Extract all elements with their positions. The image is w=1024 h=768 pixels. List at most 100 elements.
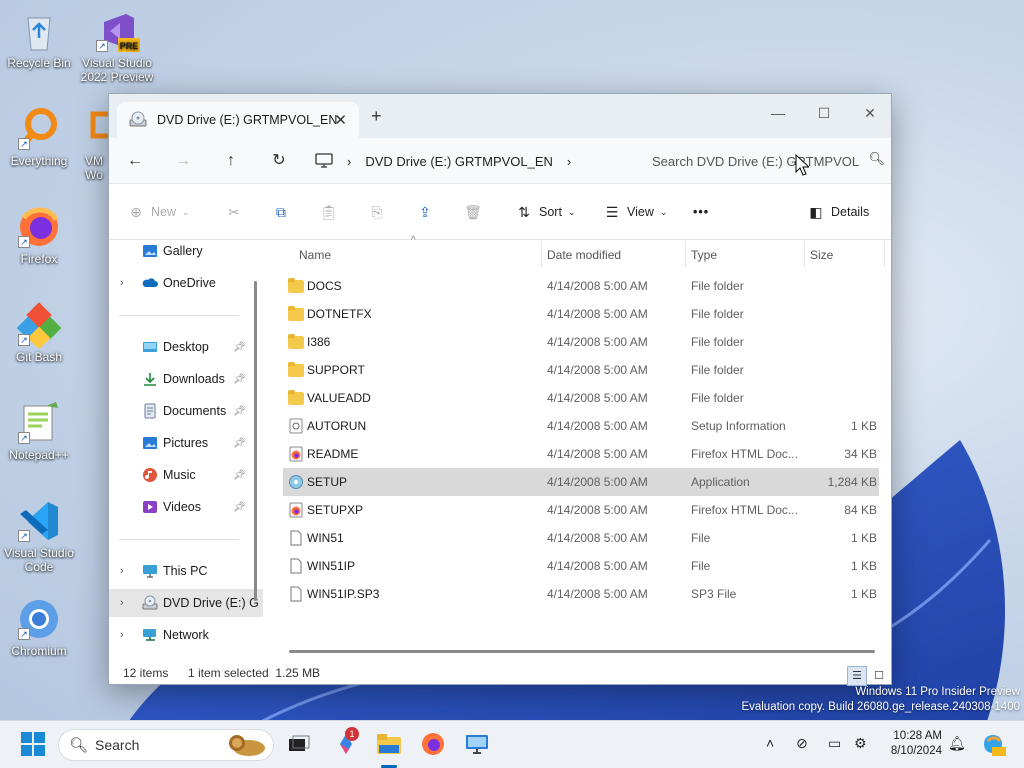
copy-button[interactable]: ⧉	[272, 201, 290, 223]
table-row[interactable]: SETUP 4/14/2008 5:00 AM Application 1,284 K…	[283, 468, 879, 496]
clock[interactable]: 10:28 AM 8/10/2024	[876, 729, 942, 759]
task-view-button[interactable]	[286, 731, 314, 759]
table-row[interactable]: I386 4/14/2008 5:00 AM File folder	[283, 328, 879, 356]
sidebar-item-pictures[interactable]: Pictures 📌︎	[109, 429, 263, 457]
desktop-icon-firefox[interactable]: ↗ Firefox	[1, 204, 77, 266]
delete-button[interactable]: 🗑︎	[464, 201, 482, 223]
desktop-icon-everything[interactable]: ↗ Everything	[1, 106, 77, 168]
search-icon: 🔍︎	[69, 737, 89, 754]
sidebar-item-downloads[interactable]: Downloads 📌︎	[109, 365, 263, 393]
taskbar-search-box[interactable]: 🔍︎ Search	[58, 729, 274, 761]
copilot-button[interactable]: 1	[333, 727, 361, 759]
column-divider[interactable]	[884, 241, 885, 267]
large-icons-view-icon[interactable]: ☐	[869, 666, 889, 686]
sidebar-item-documents[interactable]: Documents 📌︎	[109, 397, 263, 425]
table-row[interactable]: SUPPORT 4/14/2008 5:00 AM File folder	[283, 356, 879, 384]
table-row[interactable]: WIN51IP.SP3 4/14/2008 5:00 AM SP3 File 1 KB	[283, 580, 879, 608]
table-row[interactable]: WIN51IP 4/14/2008 5:00 AM File 1 KB	[283, 552, 879, 580]
tab-dvd-drive[interactable]: DVD Drive (E:) GRTMPVOL_EN ✕	[117, 102, 359, 138]
desktop-icon-git-bash[interactable]: ↗ Git Bash	[1, 302, 77, 364]
details-pane-button[interactable]: ◧ Details	[807, 201, 869, 223]
file-name: README	[307, 447, 359, 461]
taskbar-firefox[interactable]	[420, 731, 448, 759]
pin-icon[interactable]: 📌︎	[233, 342, 246, 353]
refresh-icon[interactable]: ↻	[269, 151, 289, 171]
pin-icon[interactable]: 📌︎	[233, 502, 246, 513]
chevron-right-icon[interactable]: ›	[567, 154, 571, 169]
table-row[interactable]: WIN51 4/14/2008 5:00 AM File 1 KB	[283, 524, 879, 552]
table-row[interactable]: SETUPXP 4/14/2008 5:00 AM Firefox HTML Doc…	[283, 496, 879, 524]
chevron-right-icon[interactable]: ›	[120, 277, 124, 289]
sidebar-item-this-pc[interactable]: › This PC	[109, 557, 263, 585]
sidebar-item-network[interactable]: › Network	[109, 621, 263, 649]
taskbar-remote-desktop[interactable]	[464, 731, 492, 759]
details-view-icon[interactable]: ☰	[847, 666, 867, 686]
table-row[interactable]: DOTNETFX 4/14/2008 5:00 AM File folder	[283, 300, 879, 328]
copilot-pre-button[interactable]	[980, 731, 1008, 759]
sidebar-item-desktop[interactable]: Desktop 📌︎	[109, 333, 263, 361]
sidebar-item-music[interactable]: Music 📌︎	[109, 461, 263, 489]
column-divider[interactable]	[685, 241, 686, 267]
pin-icon[interactable]: 📌︎	[233, 438, 246, 449]
column-header-date[interactable]: Date modified	[547, 248, 621, 274]
minimize-button[interactable]: —	[755, 100, 801, 128]
view-button[interactable]: ☰ View ⌄	[603, 201, 668, 223]
column-divider[interactable]	[804, 241, 805, 267]
sidebar-item-videos[interactable]: Videos 📌︎	[109, 493, 263, 521]
command-bar: ⊕ New ⌄ ✂ ⧉ 📋︎ ⎘ ⇪ 🗑︎ ⇅ Sort ⌄ ☰ View ⌄ …	[109, 184, 891, 240]
desktop-icon-notepad-plus-plus[interactable]: ↗ Notepad++	[1, 400, 77, 462]
forward-arrow-icon[interactable]: →	[173, 151, 193, 171]
desktop-icon-recycle-bin[interactable]: Recycle Bin	[1, 8, 77, 70]
cut-button[interactable]: ✂	[225, 201, 243, 223]
table-row[interactable]: AUTORUN 4/14/2008 5:00 AM Setup Informatio…	[283, 412, 879, 440]
divider	[119, 539, 239, 540]
paste-button[interactable]: 📋︎	[320, 201, 338, 223]
share-button[interactable]: ⇪	[416, 201, 434, 223]
chevron-right-icon[interactable]: ›	[120, 565, 124, 577]
settings-tray-icon[interactable]: ⚙	[854, 735, 867, 752]
pin-icon[interactable]: 📌︎	[233, 374, 246, 385]
horizontal-scrollbar[interactable]	[289, 650, 875, 653]
more-options-button[interactable]: •••	[693, 201, 709, 223]
breadcrumb[interactable]: › DVD Drive (E:) GRTMPVOL_EN ›	[315, 146, 625, 176]
new-tab-icon[interactable]: +	[371, 106, 382, 127]
desktop-icon-vmware[interactable]: VM Wo	[79, 106, 109, 182]
sidebar-item-onedrive[interactable]: › OneDrive	[109, 269, 263, 297]
desktop-icon-visual-studio[interactable]: PRE ↗ Visual Studio 2022 Preview	[79, 8, 155, 84]
column-header-name[interactable]: Name	[299, 248, 331, 274]
back-arrow-icon[interactable]: ←	[125, 151, 145, 171]
network-offline-icon[interactable]: ⊘	[796, 735, 808, 752]
close-window-button[interactable]: ✕	[847, 100, 893, 128]
search-box[interactable]: Search DVD Drive (E:) GRTMPVOL 🔍︎	[637, 146, 889, 176]
breadcrumb-current[interactable]: DVD Drive (E:) GRTMPVOL_EN	[365, 154, 553, 169]
show-hidden-icons-chevron-up-icon[interactable]: ˄	[766, 735, 774, 751]
sort-button[interactable]: ⇅ Sort ⌄	[515, 201, 575, 223]
chevron-right-icon[interactable]: ›	[120, 597, 124, 609]
taskbar-file-explorer[interactable]	[375, 731, 403, 759]
rename-button[interactable]: ⎘	[368, 201, 386, 223]
table-row[interactable]: DOCS 4/14/2008 5:00 AM File folder	[283, 272, 879, 300]
column-header-size[interactable]: Size	[810, 248, 833, 274]
display-icon[interactable]: ▭	[828, 735, 841, 752]
table-row[interactable]: VALUEADD 4/14/2008 5:00 AM File folder	[283, 384, 879, 412]
column-header-type[interactable]: Type	[691, 248, 717, 274]
up-arrow-icon[interactable]: ↑	[221, 151, 241, 171]
maximize-button[interactable]: ☐	[801, 100, 847, 128]
desktop-icon-vscode[interactable]: ↗ Visual Studio Code	[1, 498, 77, 574]
pin-icon[interactable]: 📌︎	[233, 470, 246, 481]
desktop-icon-chromium[interactable]: ↗ Chromium	[1, 596, 77, 658]
start-button[interactable]	[20, 731, 48, 759]
sidebar-item-dvd-drive[interactable]: › DVD Drive (E:) G	[109, 589, 263, 617]
close-tab-icon[interactable]: ✕	[334, 111, 347, 129]
taskbar-search-input[interactable]: Search	[95, 737, 139, 753]
notification-bell-icon[interactable]: 🔔︎	[948, 735, 966, 752]
chevron-right-icon[interactable]: ›	[120, 629, 124, 641]
sidebar-item-gallery[interactable]: Gallery	[109, 241, 263, 265]
shortcut-arrow-icon: ↗	[18, 236, 30, 248]
column-divider[interactable]	[541, 241, 542, 267]
sidebar-scrollbar[interactable]	[254, 281, 257, 601]
new-button[interactable]: ⊕ New ⌄	[127, 201, 189, 223]
table-row[interactable]: README 4/14/2008 5:00 AM Firefox HTML Doc.…	[283, 440, 879, 468]
pin-icon[interactable]: 📌︎	[233, 406, 246, 417]
search-input[interactable]: Search DVD Drive (E:) GRTMPVOL	[652, 154, 859, 169]
